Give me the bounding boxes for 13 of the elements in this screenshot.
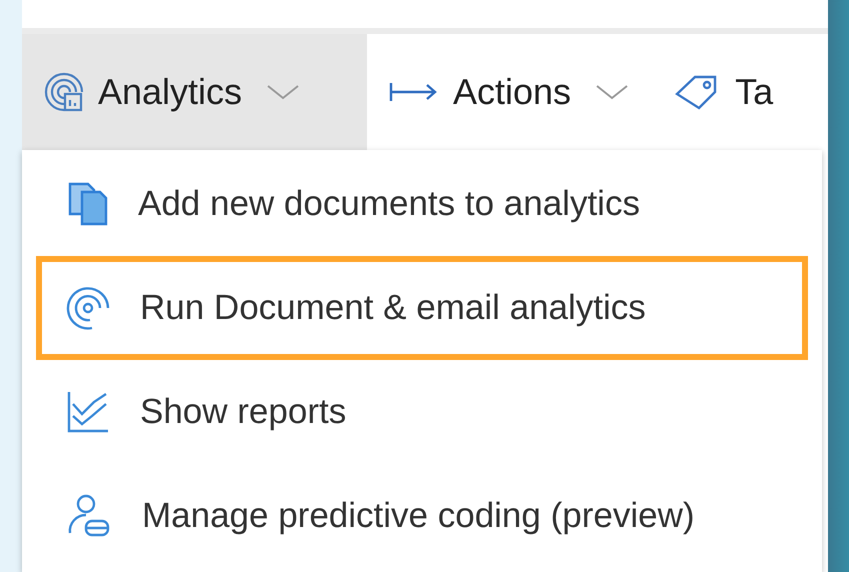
menu-item[interactable]: Add new documents to analytics <box>36 152 808 256</box>
menu-item[interactable]: Show reports <box>36 360 808 464</box>
documents-icon <box>66 182 108 226</box>
arrow-right-icon <box>389 81 439 103</box>
line-chart-icon <box>66 390 110 434</box>
chevron-down-icon <box>595 83 630 101</box>
dropdown-button[interactable]: Analytics <box>22 34 367 150</box>
analytics-icon <box>44 70 84 114</box>
chevron-down-icon <box>266 83 300 101</box>
menu-item[interactable]: Manage predictive coding (preview) <box>36 464 808 568</box>
radar-icon <box>66 286 110 330</box>
person-icon <box>66 493 112 539</box>
menu-item[interactable]: Run Document & email analytics <box>36 256 808 360</box>
